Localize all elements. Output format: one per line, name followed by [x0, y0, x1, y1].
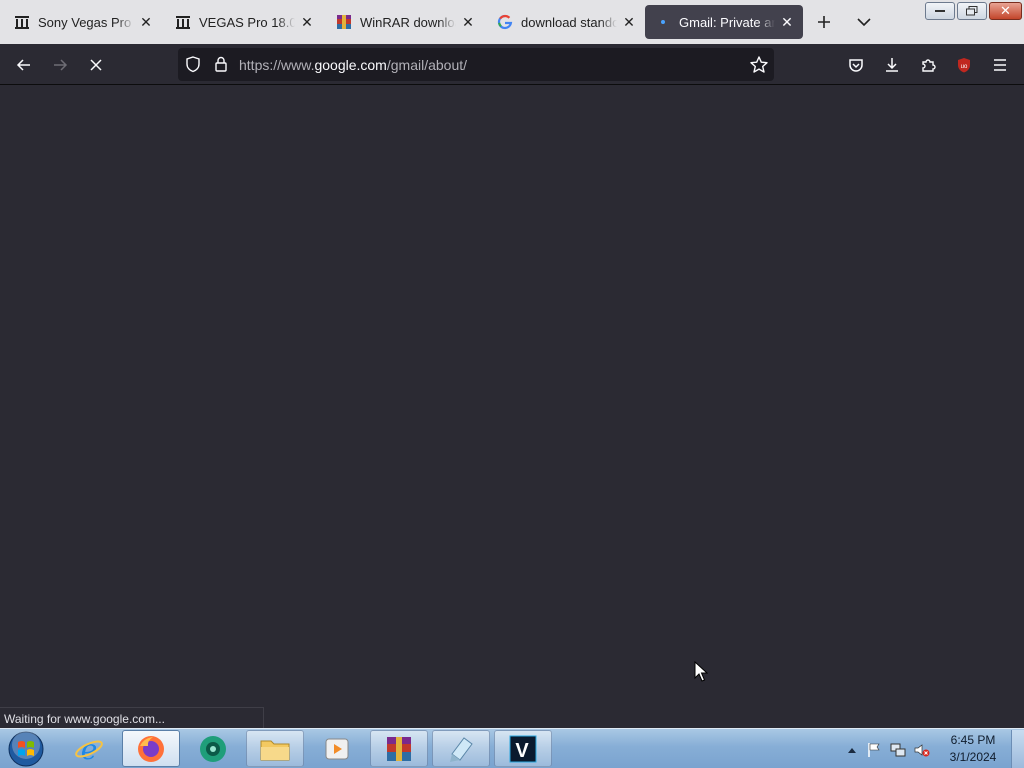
- puzzle-piece-icon: [922, 59, 936, 72]
- url-path: /gmail/about/: [386, 57, 468, 73]
- tab-title: download standoff: [521, 14, 617, 30]
- window-close-button[interactable]: ✕: [989, 2, 1022, 20]
- start-button[interactable]: [6, 730, 46, 768]
- arrow-left-icon: [16, 59, 30, 71]
- tracking-protection-shield-icon[interactable]: [184, 55, 202, 73]
- lock-icon[interactable]: [212, 55, 230, 73]
- clock-date[interactable]: 3/1/2024: [940, 750, 1006, 764]
- media-player-icon: [325, 738, 349, 759]
- tab-vegas-pro-18[interactable]: VEGAS Pro 18.0.0.33 ✕: [165, 5, 323, 39]
- taskbar-file-explorer[interactable]: [246, 730, 304, 767]
- url-prefix: https://www.: [239, 57, 315, 73]
- url-domain: google.com: [314, 57, 387, 73]
- tab-close-icon[interactable]: ✕: [299, 14, 315, 30]
- page-content-area[interactable]: [0, 85, 1024, 728]
- downloads-button[interactable]: [879, 52, 905, 78]
- internet-explorer-icon: e: [75, 734, 103, 764]
- plus-icon: [818, 16, 830, 28]
- stop-loading-button[interactable]: [83, 52, 109, 78]
- tab-close-icon[interactable]: ✕: [138, 14, 154, 30]
- tab-close-icon[interactable]: ✕: [460, 14, 476, 30]
- mouse-cursor-icon: [694, 660, 709, 683]
- hamburger-menu-icon: [994, 59, 1006, 71]
- show-hidden-icons-button[interactable]: [844, 742, 860, 758]
- clock-time[interactable]: 6:45 PM: [940, 733, 1006, 747]
- loading-dot-icon: [655, 14, 671, 30]
- tab-sony-vegas-pro[interactable]: Sony Vegas Pro Latest ✕: [4, 5, 162, 39]
- close-icon: ✕: [1000, 3, 1011, 18]
- tab-title: VEGAS Pro 18.0.0.33: [199, 14, 295, 30]
- tab-close-icon[interactable]: ✕: [621, 14, 637, 30]
- tab-strip: Sony Vegas Pro Latest ✕ VEGAS Pro 18.0.0…: [0, 0, 1024, 44]
- taskbar-winrar[interactable]: [370, 730, 428, 767]
- forward-button[interactable]: [47, 52, 73, 78]
- vegas-pro-icon: V: [509, 735, 537, 762]
- winrar-icon: [336, 14, 352, 30]
- chevron-down-icon: [857, 18, 871, 27]
- taskbar-firefox[interactable]: [122, 730, 180, 767]
- camera-app-icon: [200, 735, 226, 762]
- restore-icon: [966, 6, 978, 16]
- pocket-button[interactable]: [843, 52, 869, 78]
- taskbar-camera-app[interactable]: [184, 730, 242, 767]
- download-arrow-icon: [886, 58, 898, 72]
- archive-building-icon: [175, 14, 191, 30]
- tab-title: Gmail: Private and s: [679, 14, 775, 30]
- arrow-right-icon: [54, 59, 68, 71]
- volume-muted-icon[interactable]: [914, 742, 930, 758]
- pocket-icon: [849, 59, 863, 72]
- tab-download-standoff[interactable]: download standoff ✕: [487, 5, 645, 39]
- archive-building-icon: [14, 14, 30, 30]
- ublock-shield-icon: uo: [958, 58, 970, 73]
- svg-text:e: e: [81, 734, 98, 764]
- tab-gmail-active[interactable]: Gmail: Private and s ✕: [645, 5, 803, 39]
- extensions-button[interactable]: [915, 52, 941, 78]
- bookmark-star-icon[interactable]: [749, 55, 769, 75]
- tab-title: Sony Vegas Pro Latest: [38, 14, 134, 30]
- window-minimize-button[interactable]: [925, 2, 955, 20]
- taskbar-internet-explorer[interactable]: e: [60, 730, 118, 767]
- list-all-tabs-button[interactable]: [852, 10, 876, 34]
- app-menu-button[interactable]: [987, 52, 1013, 78]
- winrar-icon: [387, 736, 411, 761]
- notepad-icon: [450, 736, 473, 762]
- tab-close-icon[interactable]: ✕: [779, 14, 795, 30]
- tab-winrar-download[interactable]: WinRAR download ✕: [326, 5, 484, 39]
- svg-text:V: V: [515, 740, 529, 762]
- window-restore-button[interactable]: [957, 2, 987, 20]
- tab-title: WinRAR download: [360, 14, 456, 30]
- google-icon: [497, 14, 513, 30]
- ublock-origin-button[interactable]: uo: [951, 52, 977, 78]
- firefox-icon: [138, 735, 164, 762]
- chevron-up-icon: [848, 748, 856, 753]
- back-button[interactable]: [11, 52, 37, 78]
- windows-orb-icon: [8, 731, 44, 767]
- action-center-flag-icon[interactable]: [866, 742, 882, 758]
- stop-x-icon: [90, 59, 102, 71]
- folder-icon: [260, 740, 290, 760]
- new-tab-button[interactable]: [812, 10, 836, 34]
- taskbar-notepad[interactable]: [432, 730, 490, 767]
- taskbar-media-player[interactable]: [308, 730, 366, 767]
- taskbar-vegas-pro-18[interactable]: V: [494, 730, 552, 767]
- show-desktop-button[interactable]: [1011, 730, 1024, 768]
- status-panel: Waiting for www.google.com...: [0, 707, 264, 729]
- network-icon[interactable]: [890, 742, 906, 758]
- url-text[interactable]: https://www.google.com/gmail/about/: [239, 57, 467, 73]
- svg-text:uo: uo: [961, 64, 968, 70]
- minimize-icon: [935, 10, 945, 12]
